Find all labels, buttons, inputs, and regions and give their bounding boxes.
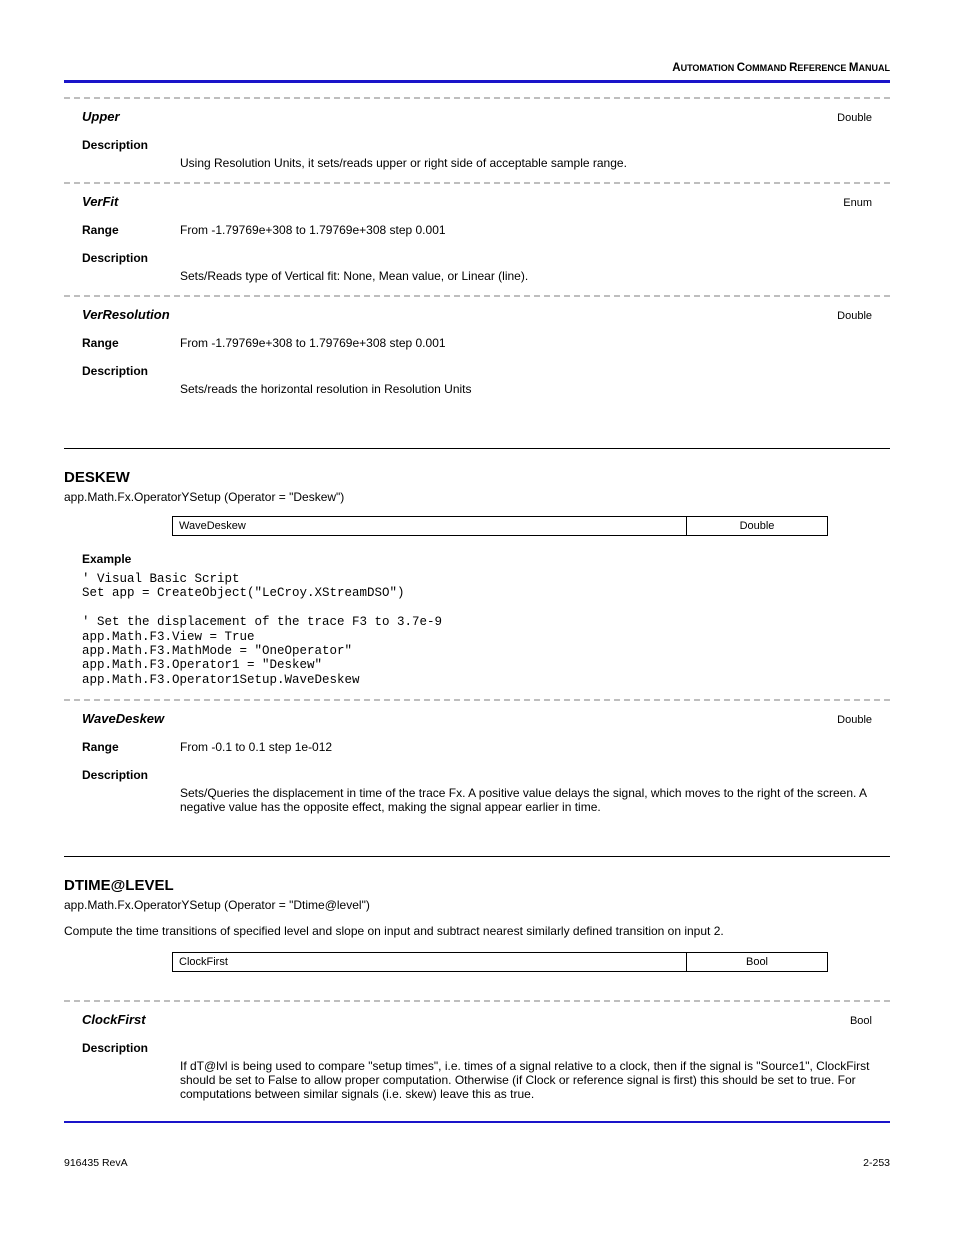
field-type: Double [188,310,872,322]
description-text: Sets/Reads type of Vertical fit: None, M… [180,269,872,283]
label-description: Description [82,364,180,378]
table-dtime: ClockFirst Bool [172,952,828,972]
section-title: DTIME@LEVEL [64,877,890,894]
label-range: Range [82,223,180,237]
range-text: From -1.79769e+308 to 1.79769e+308 step … [180,223,872,237]
field-name: ClockFirst [82,1012,146,1027]
label-example: Example [82,552,890,566]
section-verfit: VerFit Enum Range From -1.79769e+308 to … [64,184,890,295]
footer-right: 2-253 [863,1157,890,1169]
label-description: Description [82,1041,180,1055]
section-desc: Compute the time transitions of specifie… [64,924,890,938]
range-text: From -1.79769e+308 to 1.79769e+308 step … [180,336,872,350]
section-wavedeskew: WaveDeskew Double Range From -0.1 to 0.1… [64,701,890,826]
section-path: app.Math.Fx.OperatorYSetup (Operator = "… [64,490,890,504]
table-cell-left: WaveDeskew [173,517,687,536]
section-path: app.Math.Fx.OperatorYSetup (Operator = "… [64,898,890,912]
footer-left: 916435 RevA [64,1157,128,1169]
range-text: From -0.1 to 0.1 step 1e-012 [180,740,872,754]
table-cell-right: Double [687,517,828,536]
description-text: Sets/Queries the displacement in time of… [180,786,872,814]
table-cell-left: ClockFirst [173,953,687,972]
description-text: If dT@lvl is being used to compare "setu… [180,1059,872,1101]
field-name: Upper [82,109,120,124]
page-header: AUTOMATION COMMAND REFERENCE MANUAL [64,62,890,74]
label-description: Description [82,138,180,152]
section-divider [64,448,890,449]
section-clockfirst: ClockFirst Bool Description If dT@lvl is… [64,1002,890,1113]
section-divider [64,856,890,857]
table-row: ClockFirst Bool [173,953,828,972]
label-description: Description [82,768,180,782]
description-text: Sets/reads the horizontal resolution in … [180,382,872,396]
field-type: Bool [164,1015,872,1027]
table-row: WaveDeskew Double [173,517,828,536]
field-name: VerFit [82,194,118,209]
section-verresolution: VerResolution Double Range From -1.79769… [64,297,890,408]
page-footer: 916435 RevA 2-253 [64,1157,890,1169]
field-name: VerResolution [82,307,170,322]
label-description: Description [82,251,180,265]
label-range: Range [82,336,180,350]
field-name: WaveDeskew [82,711,164,726]
header-rule [64,80,890,83]
section-title: DESKEW [64,469,890,486]
field-type: Enum [136,197,872,209]
table-deskew: WaveDeskew Double [172,516,828,536]
description-text: Using Resolution Units, it sets/reads up… [180,156,872,170]
section-upper: Upper Double Description Using Resolutio… [64,99,890,182]
code-block: ' Visual Basic Script Set app = CreateOb… [82,572,890,687]
label-range: Range [82,740,180,754]
field-type: Double [138,112,872,124]
table-cell-right: Bool [687,953,828,972]
footer-rule [64,1121,890,1123]
field-type: Double [182,714,872,726]
